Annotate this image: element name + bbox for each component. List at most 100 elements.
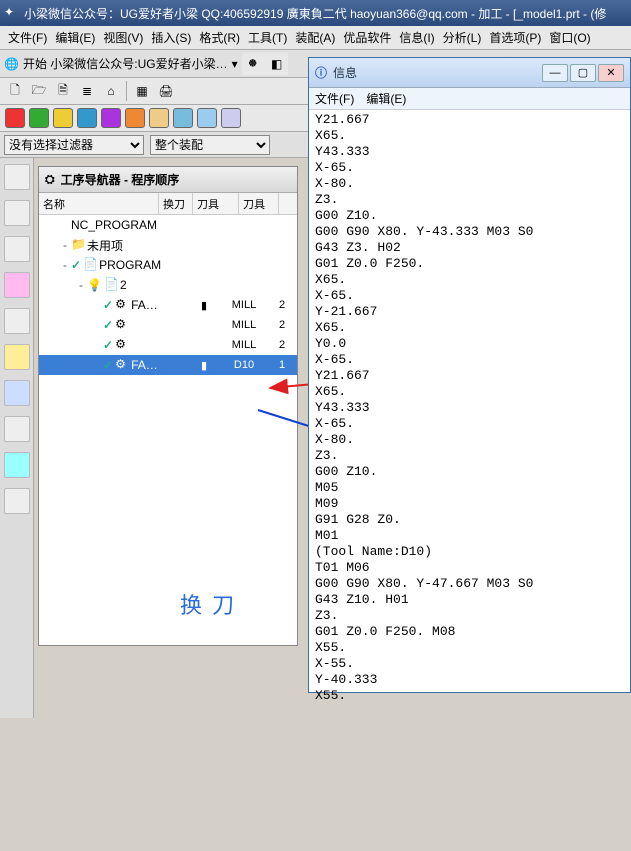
check-icon: ✓ bbox=[103, 298, 113, 312]
operation-navigator: ⛭ 工序导航器 - 程序顺序 名称换刀刀具刀具 NC_PROGRAM-📁 未用项… bbox=[38, 166, 298, 646]
separator bbox=[126, 81, 127, 101]
menu-9[interactable]: 分析(L) bbox=[439, 29, 486, 46]
nav-col-0[interactable]: 名称 bbox=[39, 193, 159, 214]
tree-row-2[interactable]: -✓📄 PROGRAM bbox=[39, 255, 297, 275]
rail-btn-8[interactable] bbox=[4, 416, 30, 442]
menu-4[interactable]: 格式(R) bbox=[195, 29, 244, 46]
rail-btn-1[interactable] bbox=[4, 164, 30, 190]
color-btn-9[interactable] bbox=[221, 108, 241, 128]
menu-3[interactable]: 插入(S) bbox=[147, 29, 195, 46]
color-btn-6[interactable] bbox=[149, 108, 169, 128]
rail-btn-7[interactable] bbox=[4, 380, 30, 406]
tool-change-icon: ▮ bbox=[187, 299, 221, 312]
menu-10[interactable]: 首选项(P) bbox=[485, 29, 545, 46]
menu-5[interactable]: 工具(T) bbox=[244, 29, 291, 46]
tool-name: MILL bbox=[221, 299, 267, 312]
row-label: PROGRAM bbox=[99, 258, 161, 272]
tree-row-0[interactable]: NC_PROGRAM bbox=[39, 215, 297, 235]
expand-icon[interactable]: - bbox=[75, 278, 87, 292]
tool-name: MILL bbox=[221, 319, 267, 331]
rail-btn-4[interactable] bbox=[4, 272, 30, 298]
row-label: 未用项 bbox=[87, 237, 123, 254]
-icon bbox=[55, 217, 71, 233]
filter-select-2[interactable]: 整个装配 bbox=[150, 135, 270, 155]
rail-btn-9[interactable] bbox=[4, 452, 30, 478]
info-titlebar[interactable]: ⓘ 信息 — ▢ ✕ bbox=[309, 58, 630, 88]
menu-8[interactable]: 信息(I) bbox=[395, 29, 438, 46]
filter-select-1[interactable]: 没有选择过滤器 bbox=[4, 135, 144, 155]
tree-row-5[interactable]: ✓⚙ MILL2 bbox=[39, 315, 297, 335]
nav-body[interactable]: NC_PROGRAM-📁 未用项-✓📄 PROGRAM-💡📄 2✓⚙ FA…▮M… bbox=[39, 215, 297, 645]
color-btn-8[interactable] bbox=[197, 108, 217, 128]
info-window: ⓘ 信息 — ▢ ✕ 文件(F)编辑(E) Y21.667 X65. Y43.3… bbox=[308, 57, 631, 693]
op-icon: ⚙ bbox=[115, 337, 131, 353]
annotation-text: 换 刀 bbox=[180, 588, 236, 620]
tree-row-6[interactable]: ✓⚙ MILL2 bbox=[39, 335, 297, 355]
prog-icon: 📄 bbox=[83, 257, 99, 273]
maximize-button[interactable]: ▢ bbox=[570, 64, 596, 82]
nav-columns: 名称换刀刀具刀具 bbox=[39, 193, 297, 215]
menu-1[interactable]: 编辑(E) bbox=[51, 29, 99, 46]
info-menu-0[interactable]: 文件(F) bbox=[315, 90, 354, 107]
color-btn-1[interactable] bbox=[29, 108, 49, 128]
row-label: 2 bbox=[120, 278, 127, 292]
menu-11[interactable]: 窗口(O) bbox=[545, 29, 594, 46]
start-label: 开始 小梁微信公众号:UG爱好者小梁… bbox=[23, 55, 228, 72]
app-title: 小梁微信公众号：UG爱好者小梁 QQ:406592919 廣東負二代 haoyu… bbox=[24, 5, 606, 22]
info-menu-1[interactable]: 编辑(E) bbox=[366, 90, 406, 107]
color-btn-7[interactable] bbox=[173, 108, 193, 128]
check-icon: ✓ bbox=[71, 258, 81, 272]
rail-btn-2[interactable] bbox=[4, 200, 30, 226]
op-icon: ⚙ bbox=[115, 357, 131, 373]
menu-7[interactable]: 优品软件 bbox=[339, 29, 395, 46]
menu-2[interactable]: 视图(V) bbox=[99, 29, 147, 46]
tool-num: 2 bbox=[267, 319, 297, 331]
tool-change-icon bbox=[187, 339, 221, 351]
nav-col-3[interactable]: 刀具 bbox=[239, 193, 279, 214]
tb1-btn6[interactable]: ▦ bbox=[131, 80, 153, 102]
info-icon: ⓘ bbox=[315, 64, 327, 81]
rail-btn-5[interactable] bbox=[4, 308, 30, 334]
info-body[interactable]: Y21.667 X65. Y43.333 X-65. X-80. Z3. G00… bbox=[309, 110, 630, 706]
rail-btn-3[interactable] bbox=[4, 236, 30, 262]
tree-row-1[interactable]: -📁 未用项 bbox=[39, 235, 297, 255]
menu-6[interactable]: 装配(A) bbox=[291, 29, 339, 46]
tb1-btn5[interactable]: ⌂ bbox=[100, 80, 122, 102]
dropdown-icon[interactable]: ▾ bbox=[232, 57, 238, 71]
op-icon: ⚙ bbox=[115, 317, 131, 333]
color-btn-5[interactable] bbox=[125, 108, 145, 128]
tool-button-b[interactable]: ◧ bbox=[266, 53, 288, 75]
left-rail bbox=[0, 158, 34, 718]
close-button[interactable]: ✕ bbox=[598, 64, 624, 82]
tb1-btn1[interactable]: 🗋 bbox=[4, 80, 26, 102]
tree-row-3[interactable]: -💡📄 2 bbox=[39, 275, 297, 295]
menu-0[interactable]: 文件(F) bbox=[4, 29, 51, 46]
color-btn-4[interactable] bbox=[101, 108, 121, 128]
tb1-btn4[interactable]: ≣ bbox=[76, 80, 98, 102]
rail-btn-10[interactable] bbox=[4, 488, 30, 514]
expand-icon[interactable]: - bbox=[59, 258, 71, 272]
tool-num: 2 bbox=[267, 299, 297, 312]
expand-icon[interactable]: - bbox=[59, 238, 71, 252]
tree-row-4[interactable]: ✓⚙ FA… ▮MILL2 bbox=[39, 295, 297, 315]
tb1-btn3[interactable]: 🗎 bbox=[52, 80, 74, 102]
tb1-btn7[interactable]: 🖨 bbox=[155, 80, 177, 102]
color-btn-0[interactable] bbox=[5, 108, 25, 128]
row-label: FA… bbox=[131, 298, 158, 312]
bulb-icon: 💡 bbox=[87, 278, 102, 292]
tree-row-7[interactable]: ✓⚙ FA…▮D101 bbox=[39, 355, 297, 375]
tb1-btn2[interactable]: 🗁 bbox=[28, 80, 50, 102]
nav-header: ⛭ 工序导航器 - 程序顺序 bbox=[39, 167, 297, 193]
nav-header-icon: ⛭ bbox=[45, 172, 55, 187]
color-btn-2[interactable] bbox=[53, 108, 73, 128]
tool-button-a[interactable]: 🞿 bbox=[242, 53, 264, 75]
check-icon: ✓ bbox=[103, 358, 113, 372]
nav-col-1[interactable]: 换刀 bbox=[159, 193, 193, 214]
check-icon: ✓ bbox=[103, 338, 113, 352]
minimize-button[interactable]: — bbox=[542, 64, 568, 82]
prog-icon: 📄 bbox=[104, 277, 120, 293]
rail-btn-6[interactable] bbox=[4, 344, 30, 370]
nav-col-2[interactable]: 刀具 bbox=[193, 193, 239, 214]
color-btn-3[interactable] bbox=[77, 108, 97, 128]
op-icon: ⚙ bbox=[115, 297, 131, 313]
